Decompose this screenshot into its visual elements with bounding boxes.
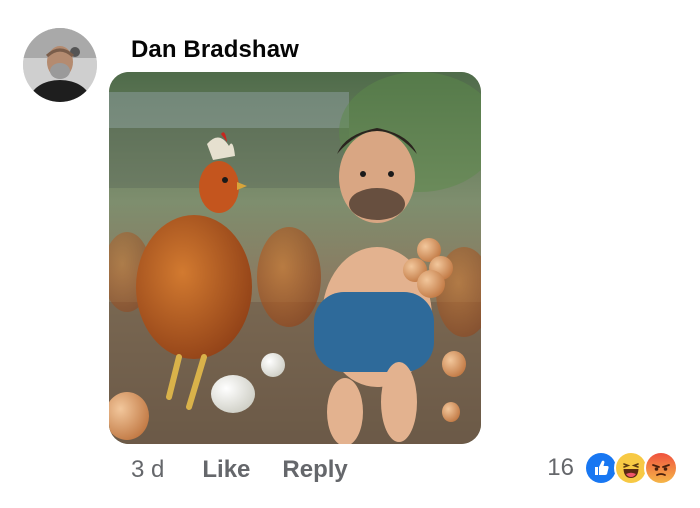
like-reaction-icon [584, 451, 618, 485]
haha-reaction-icon [614, 451, 648, 485]
reply-button[interactable]: Reply [282, 456, 347, 484]
author-name[interactable]: Dan Bradshaw [131, 36, 299, 64]
reactions-summary[interactable]: 16 [547, 451, 678, 485]
avatar[interactable] [23, 28, 97, 102]
comment-timestamp[interactable]: 3 d [131, 456, 164, 484]
reaction-count[interactable]: 16 [547, 454, 574, 482]
comment-actions: 3 d Like Reply [131, 454, 348, 486]
angry-reaction-icon [644, 451, 678, 485]
comment-image-attachment[interactable] [109, 72, 481, 444]
like-button[interactable]: Like [202, 456, 250, 484]
reaction-icons [584, 451, 678, 485]
